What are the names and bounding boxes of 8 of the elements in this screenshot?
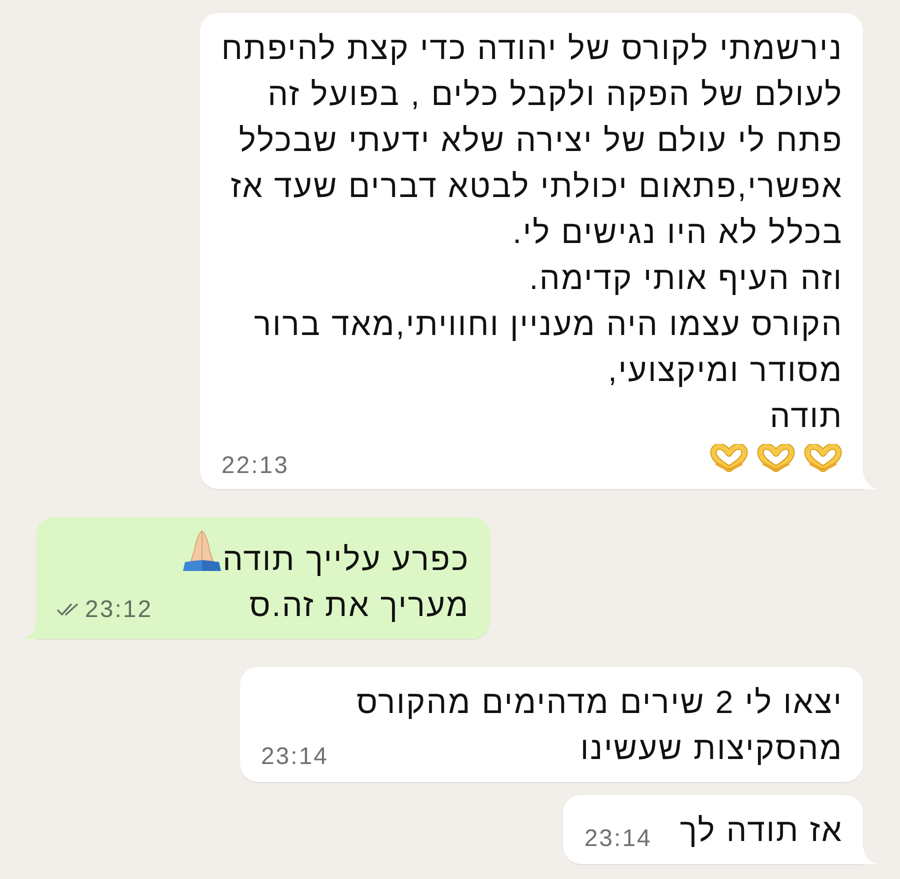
message-time: 23:12	[85, 598, 153, 622]
message-text: כפרע עלייך תודה מעריך את זה.ס	[222, 540, 470, 625]
message-time: 22:13	[221, 454, 289, 478]
message-time: 23:14	[584, 827, 652, 851]
message-text: אז תודה לך	[680, 811, 843, 850]
message-text: נירשמתי לקורס של יהודה כדי קצת להיפתח לעולם של הפקה ולקבל כלים , בפועל זה פתח לי עולם של יצירה שלא ידעתי שבכלל אפשרי,פתאום יכולתי לבטא דברים שעד אז בכלל לא היו נגישים לי. וזה העיף אותי קדימה. הקורס עצמו היה מעניין וחוויתי,מאד ברור מסודר ומיקצועי, תודה	[221, 29, 843, 436]
message-text: יצאו לי 2 שירים מדהימים מהקורס מהסקיצות שעשינו	[356, 683, 843, 768]
message-time: 23:14	[260, 745, 329, 769]
